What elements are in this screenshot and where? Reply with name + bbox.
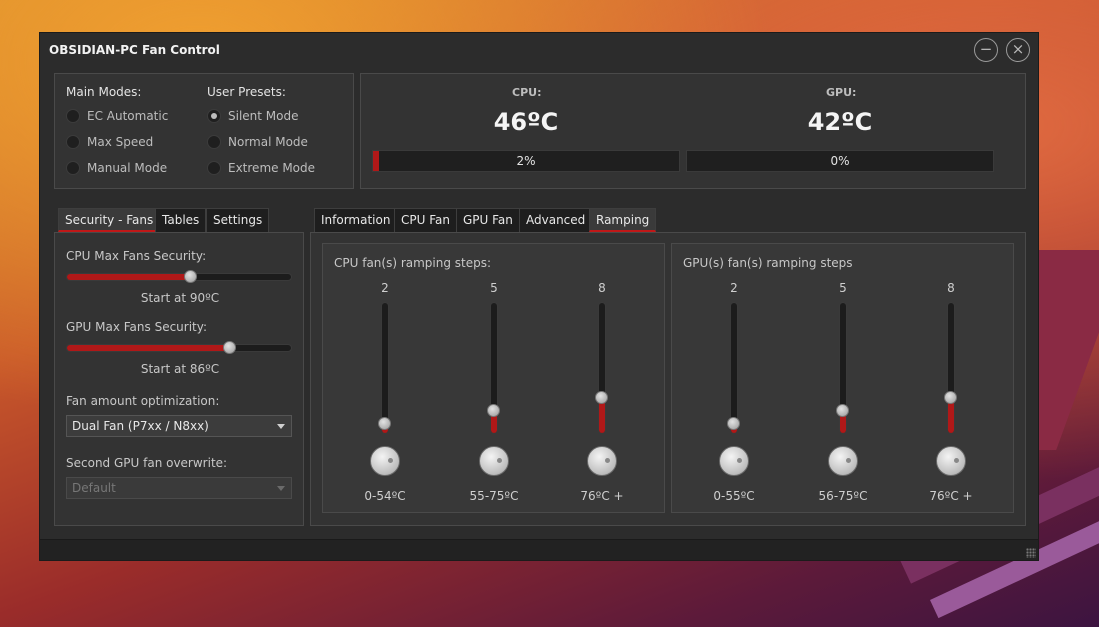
cpu-fan-progress-fill <box>373 151 380 171</box>
ramp-dial-knob[interactable] <box>828 446 858 476</box>
radio-icon <box>207 161 221 175</box>
tab-information[interactable]: Information <box>314 208 398 232</box>
cpu-temp-value: 46ºC <box>493 108 559 136</box>
slider-handle[interactable] <box>378 417 391 430</box>
cpu-ramping-title: CPU fan(s) ramping steps: <box>334 256 492 270</box>
ramping-panel: CPU fan(s) ramping steps: 2 0-54ºC 5 55-75º… <box>310 232 1026 526</box>
radio-icon <box>66 161 80 175</box>
gpu-security-label: GPU Max Fans Security: <box>66 320 208 334</box>
ramp-dial-knob[interactable] <box>479 446 509 476</box>
radio-label: Normal Mode <box>228 135 308 149</box>
step-value: 8 <box>947 281 955 295</box>
status-bar <box>40 539 1038 560</box>
gpu-fan-percent: 0% <box>830 154 850 168</box>
slider-handle[interactable] <box>944 391 957 404</box>
step-value: 5 <box>839 281 847 295</box>
cpu-ramping-group: CPU fan(s) ramping steps: 2 0-54ºC 5 55-75º… <box>322 243 665 513</box>
step-range-label: 0-55ºC <box>713 489 755 503</box>
gpu-temp-value: 42ºC <box>807 108 873 136</box>
gpu-ramping-group: GPU(s) fan(s) ramping steps 2 0-55ºC 5 56-7… <box>671 243 1014 513</box>
tab-gpu-fan[interactable]: GPU Fan <box>456 208 520 232</box>
app-window: OBSIDIAN-PC Fan Control − × Main Modes: … <box>39 32 1039 561</box>
ramp-dial-knob[interactable] <box>936 446 966 476</box>
second-gpu-select: Default <box>66 477 292 499</box>
tab-ramping[interactable]: Ramping <box>589 208 657 232</box>
cpu-security-start: Start at 90ºC <box>140 291 220 305</box>
radio-icon <box>66 109 80 123</box>
slider-handle[interactable] <box>222 341 236 354</box>
gpu-security-slider-fill <box>67 345 229 351</box>
minimize-icon[interactable]: − <box>974 38 998 62</box>
radio-label: Max Speed <box>87 135 154 149</box>
step-range-label: 76ºC + <box>929 489 973 503</box>
step-value: 2 <box>730 281 738 295</box>
radio-checked-icon <box>207 109 221 123</box>
slider-handle[interactable] <box>487 404 500 417</box>
ramp-step-slider[interactable] <box>944 302 957 434</box>
ramp-dial-knob[interactable] <box>719 446 749 476</box>
ramp-dial-knob[interactable] <box>587 446 617 476</box>
cpu-security-slider-fill <box>67 274 191 280</box>
radio-label: Manual Mode <box>87 161 168 175</box>
fan-amount-label: Fan amount optimization: <box>66 394 220 408</box>
radio-manual-mode[interactable]: Manual Mode <box>66 160 167 176</box>
tab-advanced[interactable]: Advanced <box>519 208 593 232</box>
step-range-label: 56-75ºC <box>818 489 868 503</box>
cpu-fan-progress: 2% <box>372 150 680 172</box>
slider-handle[interactable] <box>836 404 849 417</box>
ramp-step-slider[interactable] <box>727 302 740 434</box>
radio-normal-mode[interactable]: Normal Mode <box>207 134 308 150</box>
step-value: 2 <box>381 281 389 295</box>
gpu-security-slider[interactable] <box>66 341 292 354</box>
ramp-dial-knob[interactable] <box>370 446 400 476</box>
window-title: OBSIDIAN-PC Fan Control <box>49 43 220 57</box>
radio-label: Silent Mode <box>228 109 299 123</box>
radio-ec-automatic[interactable]: EC Automatic <box>66 108 168 124</box>
tab-settings[interactable]: Settings <box>206 208 270 232</box>
tab-tables[interactable]: Tables <box>155 208 207 232</box>
main-modes-title: Main Modes: <box>66 85 142 99</box>
step-range-label: 0-54ºC <box>364 489 406 503</box>
gpu-fan-progress: 0% <box>686 150 994 172</box>
step-value: 8 <box>598 281 606 295</box>
ramp-step-slider[interactable] <box>487 302 500 434</box>
radio-max-speed[interactable]: Max Speed <box>66 134 153 150</box>
radio-icon <box>66 135 80 149</box>
radio-icon <box>207 135 221 149</box>
second-gpu-label: Second GPU fan overwrite: <box>66 456 228 470</box>
radio-extreme-mode[interactable]: Extreme Mode <box>207 160 315 176</box>
cpu-security-slider[interactable] <box>66 270 292 283</box>
cpu-temp-label: CPU: <box>512 86 542 99</box>
close-icon[interactable]: × <box>1006 38 1030 62</box>
step-value: 5 <box>490 281 498 295</box>
cpu-fan-percent: 2% <box>516 154 536 168</box>
fan-amount-select[interactable]: Dual Fan (P7xx / N8xx) <box>66 415 292 437</box>
ramp-step-slider[interactable] <box>595 302 608 434</box>
modes-panel: Main Modes: User Presets: EC Automatic M… <box>54 73 354 189</box>
user-presets-title: User Presets: <box>207 85 286 99</box>
gpu-temp-label: GPU: <box>826 86 857 99</box>
temperature-panel: CPU: 46ºC GPU: 42ºC 2% 0% <box>360 73 1026 189</box>
radio-label: EC Automatic <box>87 109 169 123</box>
radio-silent-mode[interactable]: Silent Mode <box>207 108 299 124</box>
chevron-down-icon <box>277 424 285 429</box>
step-range-label: 76ºC + <box>580 489 624 503</box>
radio-label: Extreme Mode <box>228 161 316 175</box>
tab-cpu-fan[interactable]: CPU Fan <box>394 208 457 232</box>
second-gpu-value: Default <box>72 481 116 495</box>
ramp-step-slider[interactable] <box>836 302 849 434</box>
resize-grip-icon[interactable] <box>1026 548 1036 558</box>
slider-handle[interactable] <box>595 391 608 404</box>
step-range-label: 55-75ºC <box>469 489 519 503</box>
chevron-down-icon <box>277 486 285 491</box>
security-panel: CPU Max Fans Security: Start at 90ºC GPU… <box>54 232 304 526</box>
slider-handle[interactable] <box>727 417 740 430</box>
slider-handle[interactable] <box>184 270 198 283</box>
ramp-step-slider[interactable] <box>378 302 391 434</box>
tab-security-fans[interactable]: Security - Fans <box>58 208 161 232</box>
cpu-security-label: CPU Max Fans Security: <box>66 249 207 263</box>
gpu-ramping-title: GPU(s) fan(s) ramping steps <box>683 256 853 270</box>
gpu-security-start: Start at 86ºC <box>140 362 220 376</box>
fan-amount-value: Dual Fan (P7xx / N8xx) <box>72 419 209 433</box>
